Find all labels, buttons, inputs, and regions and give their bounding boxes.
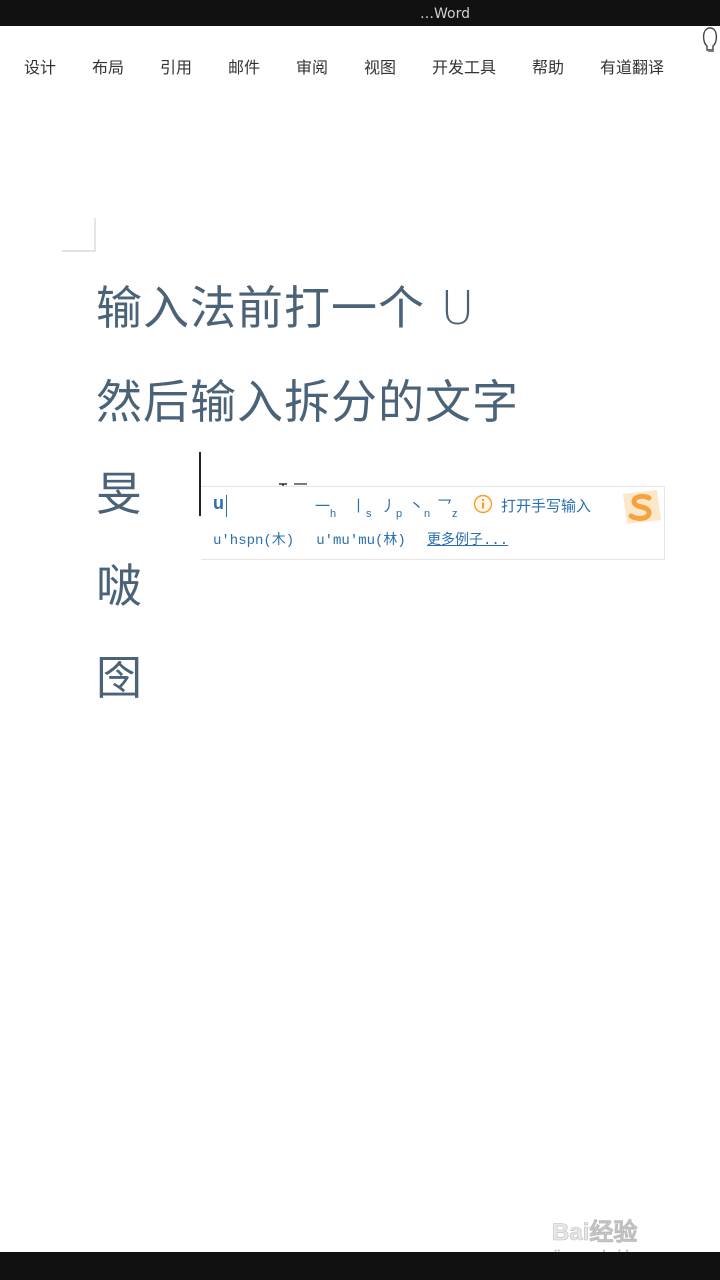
document-line-4[interactable]: 啵	[96, 550, 143, 616]
open-handwriting-input-link[interactable]: 打开手写输入	[501, 495, 591, 516]
ime-example-list: u'hspn(木) u'mu'mu(林)	[213, 529, 428, 549]
tab-layout[interactable]: 布局	[92, 54, 124, 78]
document-line-3[interactable]: 旻	[96, 458, 143, 524]
title-bar: …Word	[0, 0, 720, 26]
tab-help[interactable]: 帮助	[532, 54, 564, 78]
ime-composition-text: u	[213, 493, 224, 513]
info-icon	[473, 494, 493, 514]
stroke-hint-zhe: 乛z	[437, 498, 458, 520]
stroke-hint-pie: 丿p	[381, 498, 403, 520]
more-examples-link[interactable]: 更多例子...	[427, 529, 508, 549]
document-line-1[interactable]: 输入法前打一个 U	[96, 272, 475, 338]
tab-youdao-translate[interactable]: 有道翻译	[600, 54, 664, 78]
tab-design[interactable]: 设计	[24, 54, 56, 78]
ime-composition-caret	[226, 495, 227, 517]
window-title-fragment: …Word	[420, 6, 470, 22]
bottom-bar	[0, 1252, 720, 1280]
lightbulb-icon[interactable]	[700, 26, 720, 52]
watermark-brand: Bai经验	[552, 1218, 637, 1246]
stroke-hint-heng: 一h	[315, 498, 337, 520]
document-line-2[interactable]: 然后输入拆分的文字	[96, 366, 519, 432]
ime-example-lin: u'mu'mu(林)	[316, 533, 406, 549]
tab-mailings[interactable]: 邮件	[228, 54, 260, 78]
stroke-hint-dian: 丶n	[409, 498, 431, 520]
ime-candidate-popup: u 一h 丨s 丿p 丶n 乛z 打开手写输入 u'hspn(木) u'mu'mu…	[201, 486, 665, 560]
ribbon-tabs: 设计 布局 引用 邮件 审阅 视图 开发工具 帮助 有道翻译	[0, 26, 720, 102]
tab-review[interactable]: 审阅	[296, 54, 328, 78]
document-line-5[interactable]: 囹	[96, 642, 143, 708]
ime-example-mu: u'hspn(木)	[213, 533, 295, 549]
tab-view[interactable]: 视图	[364, 54, 396, 78]
tab-references[interactable]: 引用	[160, 54, 192, 78]
tab-developer[interactable]: 开发工具	[432, 54, 496, 78]
sogou-logo-icon	[623, 490, 661, 524]
page-margin-corner-mark	[62, 218, 96, 252]
stroke-hint-shu: 丨s	[351, 498, 372, 520]
